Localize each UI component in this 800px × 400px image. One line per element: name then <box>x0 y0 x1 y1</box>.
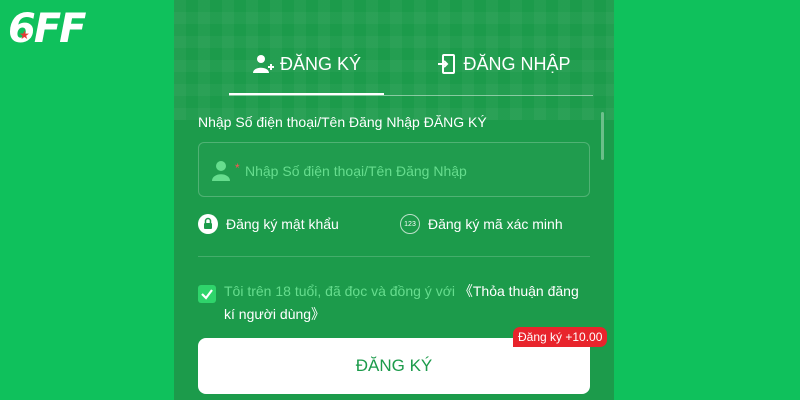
agreement-statement: Tôi trên 18 tuổi, đã đọc và đồng ý với <box>224 283 459 299</box>
code-123-icon: 123 <box>400 214 420 234</box>
register-panel: ĐĂNG KÝ ĐĂNG NHẬP Nhập Số điện thoại/Tên… <box>174 0 614 400</box>
tab-login-label: ĐĂNG NHẬP <box>463 53 571 74</box>
bonus-badge: Đăng ký +10.00 <box>513 327 608 347</box>
tab-register-label: ĐĂNG KÝ <box>279 53 362 74</box>
check-icon <box>201 289 213 300</box>
brand-logo[interactable]: 6FF ★ <box>8 6 108 52</box>
auth-tabs: ĐĂNG KÝ ĐĂNG NHẬP <box>174 38 614 96</box>
register-code-label: Đăng ký mã xác minh <box>428 216 563 232</box>
active-tab-indicator <box>229 93 384 95</box>
tab-login[interactable]: ĐĂNG NHẬP <box>429 38 579 90</box>
username-field-title: Nhập Số điện thoại/Tên Đăng Nhập ĐĂNG KÝ <box>198 114 487 130</box>
lock-icon <box>198 214 218 234</box>
user-icon <box>212 161 230 181</box>
agree-checkbox[interactable] <box>198 285 216 303</box>
username-input[interactable] <box>243 155 577 187</box>
user-add-icon <box>252 55 274 73</box>
username-input-box[interactable]: * <box>198 142 590 197</box>
register-code-option[interactable]: 123 Đăng ký mã xác minh <box>400 214 563 234</box>
required-mark: * <box>235 161 240 175</box>
section-divider <box>198 256 590 257</box>
scrollbar[interactable] <box>601 112 604 160</box>
tab-register[interactable]: ĐĂNG KÝ <box>229 38 384 90</box>
agreement-text: Tôi trên 18 tuổi, đã đọc và đồng ý với 《… <box>224 280 590 326</box>
login-door-icon <box>438 54 456 74</box>
register-password-label: Đăng ký mật khẩu <box>226 216 339 232</box>
star-icon: ★ <box>19 28 30 42</box>
code-badge-text: 123 <box>400 214 420 234</box>
register-password-option[interactable]: Đăng ký mật khẩu <box>198 214 339 234</box>
tabs-divider <box>229 95 593 96</box>
